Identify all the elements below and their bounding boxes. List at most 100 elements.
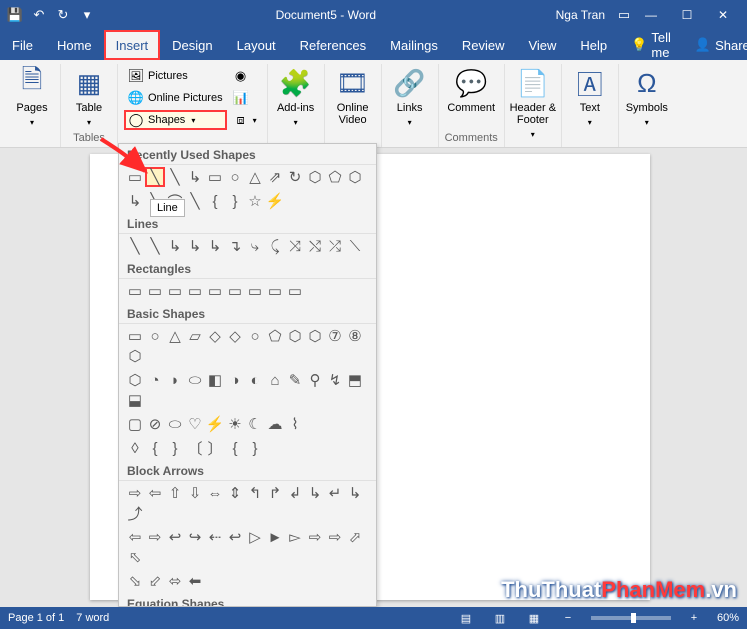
shape-item[interactable]: ▭ [145,281,165,301]
shape-item[interactable]: ⬡ [345,167,365,187]
shape-item[interactable]: { [225,438,245,458]
redo-icon[interactable]: ↻ [54,6,72,24]
shape-item[interactable]: ○ [225,167,245,187]
shape-item[interactable]: ⚲ [305,370,325,390]
shape-item[interactable]: ⬁ [125,547,145,567]
addins-button[interactable]: 🧩 Add-ins▾ [274,64,318,128]
shape-item[interactable]: ☆ [245,191,265,211]
shape-item[interactable]: ╲ [165,167,185,187]
shape-item[interactable]: } [225,191,245,211]
shape-item[interactable]: ☁ [265,414,285,434]
shape-item[interactable]: ◑ [225,370,245,390]
tab-help[interactable]: Help [568,30,619,60]
tell-me[interactable]: 💡Tell me [619,30,683,60]
shape-item[interactable]: ⇨ [125,483,145,503]
shape-item[interactable]: } [165,438,185,458]
shape-item[interactable]: 〕 [205,438,225,458]
shape-item[interactable]: ► [265,527,285,547]
shape-item[interactable]: ↳ [205,236,225,256]
shape-item[interactable]: ↯ [325,370,345,390]
shape-item[interactable]: ⇨ [305,527,325,547]
shape-item[interactable]: ◔ [145,370,165,390]
screenshot-button[interactable]: ⧈▾ [229,110,261,130]
shape-item[interactable]: ♡ [185,414,205,434]
shape-item[interactable]: ○ [145,326,165,346]
shape-item[interactable]: ✎ [285,370,305,390]
shape-item[interactable]: ⊘ [145,414,165,434]
shape-item[interactable]: ⚡ [205,414,225,434]
shape-item[interactable]: ⬡ [305,167,325,187]
links-button[interactable]: 🔗Links▾ [388,64,432,128]
pages-button[interactable]: 🗎 Pages▾ [10,64,54,128]
shape-item[interactable]: ⤹ [265,236,285,256]
shape-item[interactable]: ▭ [205,167,225,187]
shape-item[interactable]: ↴ [225,236,245,256]
shape-item[interactable]: ▭ [125,326,145,346]
shape-item[interactable]: ⬭ [185,370,205,390]
ribbon-display-icon[interactable]: ▭ [615,6,633,24]
shape-item[interactable]: ⑧ [345,326,365,346]
shape-item[interactable]: ▱ [185,326,205,346]
shape-item[interactable]: △ [245,167,265,187]
shape-item[interactable]: ◐ [245,370,265,390]
tab-view[interactable]: View [516,30,568,60]
shape-item[interactable]: ↩ [165,527,185,547]
read-mode-icon[interactable]: ▤ [455,609,477,627]
minimize-button[interactable]: — [633,0,669,30]
shape-item[interactable]: ◇ [205,326,225,346]
shape-item[interactable]: ⇩ [185,483,205,503]
shape-item[interactable]: ⇕ [225,483,245,503]
shape-item[interactable]: ⇨ [145,527,165,547]
icons-button[interactable]: ◉ [229,66,261,86]
shape-item[interactable]: ◧ [205,370,225,390]
shape-item[interactable]: ▭ [205,281,225,301]
shape-item[interactable]: ↪ [185,527,205,547]
tab-mailings[interactable]: Mailings [378,30,450,60]
chart-button[interactable]: 📊 [229,88,261,108]
shape-item[interactable]: ⬠ [265,326,285,346]
shape-item[interactable]: ↳ [305,483,325,503]
shape-item[interactable]: ⬀ [345,527,365,547]
shape-item[interactable]: ⇠ [205,527,225,547]
shape-item[interactable]: ⬅ [185,571,205,591]
shape-item[interactable]: ⟍ [345,236,365,256]
shape-item[interactable]: ☀ [225,414,245,434]
close-button[interactable]: ✕ [705,0,741,30]
shape-item[interactable]: { [145,438,165,458]
qat-dropdown-icon[interactable]: ▾ [78,6,96,24]
shape-item[interactable]: ⬡ [125,370,145,390]
shape-item[interactable]: ⌇ [285,414,305,434]
shape-item[interactable]: ↩ [225,527,245,547]
tab-home[interactable]: Home [45,30,104,60]
shape-item[interactable]: ⬡ [285,326,305,346]
header-footer-button[interactable]: 📄Header & Footer▾ [511,64,555,128]
shape-item[interactable]: ╲ [125,236,145,256]
zoom-slider[interactable] [591,616,671,620]
shape-item[interactable]: ↱ [265,483,285,503]
share-button[interactable]: 👤Share [683,30,747,60]
shape-item[interactable]: ⇦ [125,527,145,547]
shape-item[interactable]: ╲ [145,236,165,256]
tab-layout[interactable]: Layout [225,30,288,60]
pictures-button[interactable]: 🖼Pictures [124,66,227,86]
save-icon[interactable]: 💾 [6,6,24,24]
shape-item[interactable]: } [245,438,265,458]
shape-item[interactable]: ↰ [245,483,265,503]
shapes-button[interactable]: ◯Shapes▾ [124,110,227,130]
zoom-out-button[interactable]: − [557,609,579,627]
shape-item[interactable]: ▭ [165,281,185,301]
shape-item[interactable]: ⤮ [325,236,345,256]
shape-item[interactable]: ⑦ [325,326,345,346]
shape-item[interactable]: ⚡ [265,191,285,211]
tab-insert[interactable]: Insert [104,30,161,60]
zoom-in-button[interactable]: + [683,609,705,627]
shape-item[interactable]: ⇔ [205,483,225,503]
comment-button[interactable]: 💬Comment [449,64,493,128]
user-name[interactable]: Nga Tran [556,8,605,22]
shape-item[interactable]: ⬂ [125,571,145,591]
online-pictures-button[interactable]: 🌐Online Pictures [124,88,227,108]
shape-item[interactable]: { [205,191,225,211]
shape-item[interactable]: ⤭ [305,236,325,256]
maximize-button[interactable]: ☐ [669,0,705,30]
shape-item[interactable]: ↳ [185,167,205,187]
